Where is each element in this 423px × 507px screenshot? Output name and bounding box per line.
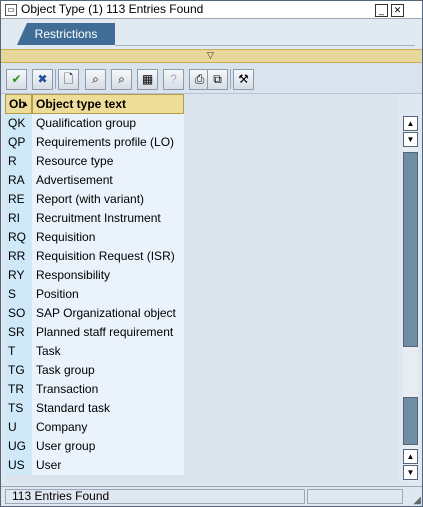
cell-object-type-code[interactable]: RI [5, 209, 32, 228]
tab-restrictions[interactable]: Restrictions [17, 23, 115, 45]
cell-object-type-code[interactable]: QP [5, 133, 32, 152]
table-row[interactable]: RI Recruitment Instrument [5, 209, 184, 228]
status-message: 113 Entries Found [5, 489, 305, 504]
vertical-scrollbar[interactable]: ▲ ▼ ▲ ▼ [403, 116, 418, 481]
scrollbar-thumb-upper[interactable] [403, 152, 418, 347]
results-table: Ob ▲ Object type text QK Qualification gr… [5, 94, 399, 483]
window-icon: ▭ [5, 4, 17, 16]
cell-object-type-text[interactable]: Resource type [32, 152, 184, 171]
cell-object-type-text[interactable]: Responsibility [32, 266, 184, 285]
scroll-page-down-icon[interactable]: ▲ [403, 449, 418, 464]
scroll-page-up-icon[interactable]: ▼ [403, 132, 418, 147]
value-help-dialog: ▭ Object Type (1) 113 Entries Found _ ✕ … [0, 0, 423, 507]
scrollbar-thumb[interactable] [403, 397, 418, 445]
table-row[interactable]: RA Advertisement [5, 171, 184, 190]
window-title: Object Type (1) 113 Entries Found [21, 2, 204, 16]
cell-object-type-code[interactable]: T [5, 342, 32, 361]
sort-ascending-icon: ▲ [21, 99, 29, 108]
status-bar: 113 Entries Found ◢ [1, 486, 422, 506]
cell-object-type-text[interactable]: Position [32, 285, 184, 304]
restrictions-area: Restrictions [1, 19, 422, 49]
table-row[interactable]: SO SAP Organizational object [5, 304, 184, 323]
cell-object-type-text[interactable]: Standard task [32, 399, 184, 418]
toolbar-separator [55, 69, 56, 89]
settings-icon[interactable]: ⚒ [233, 69, 254, 90]
table-row[interactable]: TG Task group [5, 361, 184, 380]
table-row[interactable]: T Task [5, 342, 184, 361]
restrictions-toggle-bar[interactable]: ▽ [1, 49, 422, 63]
cell-object-type-code[interactable]: TR [5, 380, 32, 399]
find-icon[interactable]: ⌕ [85, 69, 106, 90]
scroll-up-icon[interactable]: ▲ [403, 116, 418, 131]
table-row[interactable]: RQ Requisition [5, 228, 184, 247]
cell-object-type-text[interactable]: Advertisement [32, 171, 184, 190]
cell-object-type-code[interactable]: S [5, 285, 32, 304]
cell-object-type-code[interactable]: U [5, 418, 32, 437]
table-row[interactable]: RY Responsibility [5, 266, 184, 285]
column-header-object-type-text[interactable]: Object type text [32, 94, 184, 114]
table-row[interactable]: U Company [5, 418, 184, 437]
cell-object-type-text[interactable]: Company [32, 418, 184, 437]
find-next-icon[interactable]: ⌕ [111, 69, 132, 90]
cell-object-type-code[interactable]: SR [5, 323, 32, 342]
new-document-icon[interactable]: 🗋 [58, 69, 79, 90]
accept-icon[interactable]: ✔ [6, 69, 27, 90]
cell-object-type-text[interactable]: User [32, 456, 184, 475]
cell-object-type-text[interactable]: Planned staff requirement [32, 323, 184, 342]
cell-object-type-text[interactable]: Requisition [32, 228, 184, 247]
table-row[interactable]: TR Transaction [5, 380, 184, 399]
cell-object-type-code[interactable]: RA [5, 171, 32, 190]
table-row[interactable]: RR Requisition Request (ISR) [5, 247, 184, 266]
cell-object-type-text[interactable]: Report (with variant) [32, 190, 184, 209]
table-row[interactable]: SR Planned staff requirement [5, 323, 184, 342]
resize-grip-icon[interactable]: ◢ [413, 495, 421, 506]
table-row[interactable]: R Resource type [5, 152, 184, 171]
table-body: QK Qualification group QP Requirements prof… [5, 114, 184, 475]
cell-object-type-text[interactable]: Requirements profile (LO) [32, 133, 184, 152]
filter-icon[interactable]: ▦ [137, 69, 158, 90]
cell-object-type-text[interactable]: Qualification group [32, 114, 184, 133]
copy-icon[interactable]: ⧉ [207, 69, 228, 90]
table-row[interactable]: US User [5, 456, 184, 475]
title-bar: ▭ Object Type (1) 113 Entries Found _ ✕ [1, 1, 422, 19]
expand-triangle-icon[interactable]: ▽ [207, 51, 214, 60]
scroll-down-icon[interactable]: ▼ [403, 465, 418, 480]
toolbar-separator [230, 69, 231, 89]
cell-object-type-code[interactable]: RY [5, 266, 32, 285]
cancel-icon[interactable]: ✖ [32, 69, 53, 90]
table-row[interactable]: UG User group [5, 437, 184, 456]
column-header-ob[interactable]: Ob ▲ [5, 94, 32, 114]
cell-object-type-code[interactable]: US [5, 456, 32, 475]
cell-object-type-text[interactable]: SAP Organizational object [32, 304, 184, 323]
table-row[interactable]: QP Requirements profile (LO) [5, 133, 184, 152]
table-row[interactable]: QK Qualification group [5, 114, 184, 133]
cell-object-type-code[interactable]: TS [5, 399, 32, 418]
cell-object-type-text[interactable]: Transaction [32, 380, 184, 399]
cell-object-type-text[interactable]: User group [32, 437, 184, 456]
help-icon: ? [163, 69, 184, 90]
cell-object-type-code[interactable]: RR [5, 247, 32, 266]
table-row[interactable]: TS Standard task [5, 399, 184, 418]
cell-object-type-code[interactable]: UG [5, 437, 32, 456]
status-field [307, 489, 403, 504]
cell-object-type-text[interactable]: Task group [32, 361, 184, 380]
toolbar: ✔ ✖ 🗋 ⌕ ⌕ ▦? ⎙ ⧉ ⚒ [1, 63, 422, 94]
minimize-icon[interactable]: _ [375, 4, 388, 17]
table-row[interactable]: RE Report (with variant) [5, 190, 184, 209]
cell-object-type-code[interactable]: R [5, 152, 32, 171]
tab-divider [115, 45, 415, 46]
close-icon[interactable]: ✕ [391, 4, 404, 17]
cell-object-type-text[interactable]: Requisition Request (ISR) [32, 247, 184, 266]
cell-object-type-code[interactable]: SO [5, 304, 32, 323]
cell-object-type-code[interactable]: RQ [5, 228, 32, 247]
cell-object-type-code[interactable]: RE [5, 190, 32, 209]
cell-object-type-code[interactable]: TG [5, 361, 32, 380]
table-row[interactable]: S Position [5, 285, 184, 304]
cell-object-type-code[interactable]: QK [5, 114, 32, 133]
cell-object-type-text[interactable]: Recruitment Instrument [32, 209, 184, 228]
cell-object-type-text[interactable]: Task [32, 342, 184, 361]
